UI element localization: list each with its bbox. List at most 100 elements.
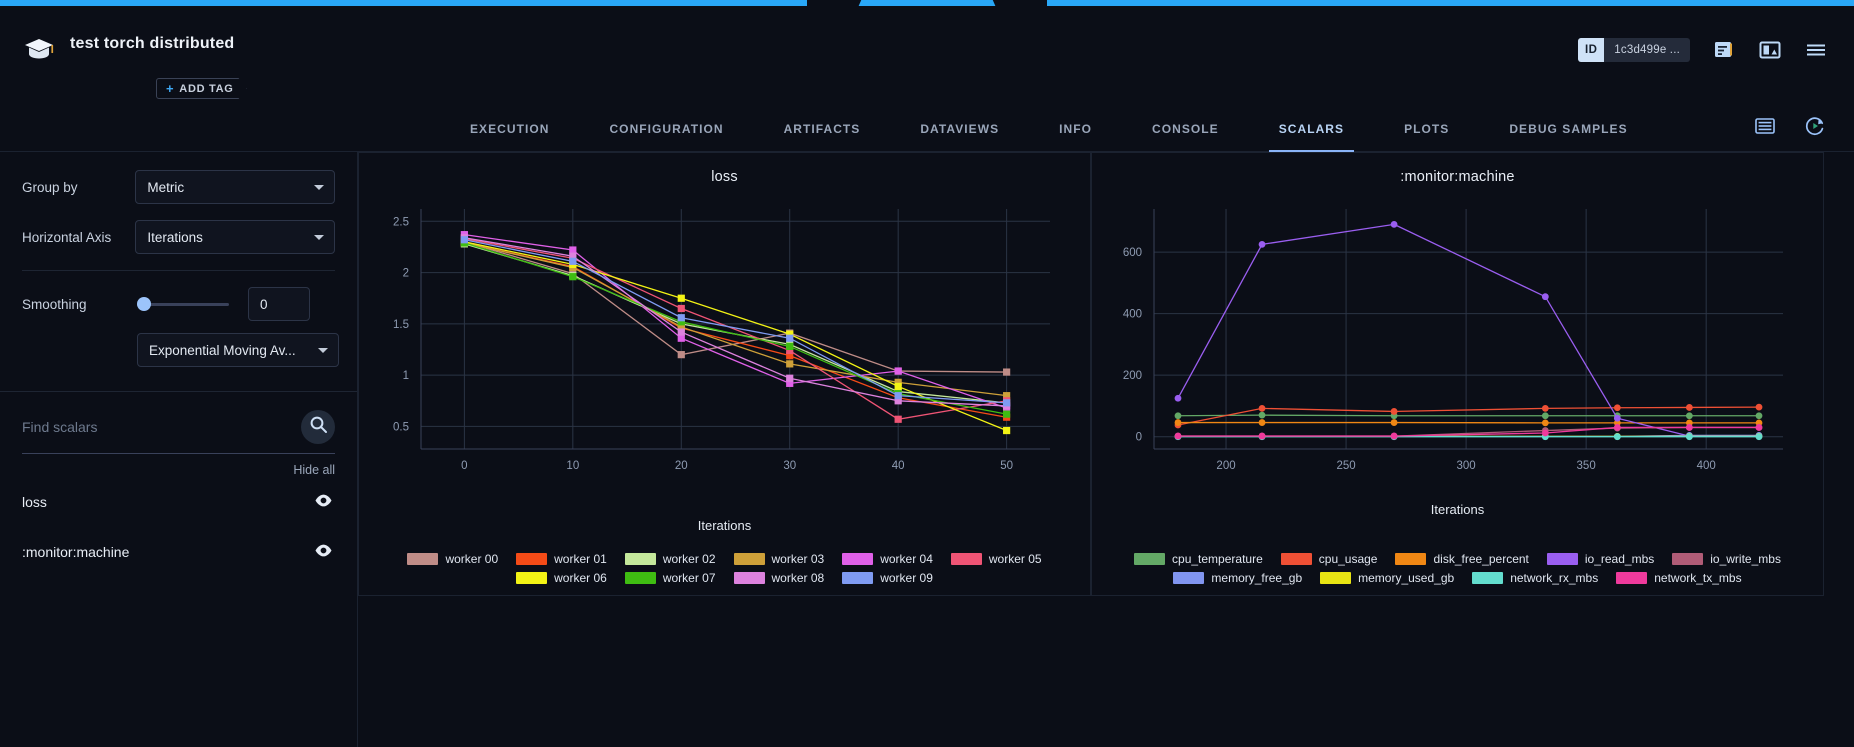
legend-item[interactable]: worker 09 [842, 571, 933, 585]
svg-text:2.5: 2.5 [393, 216, 409, 228]
monitor-plot[interactable]: 0200400600200250300350400 [1092, 195, 1823, 485]
legend-item[interactable]: io_write_mbs [1672, 552, 1781, 566]
tab-plots[interactable]: PLOTS [1384, 106, 1469, 152]
plus-icon: + [166, 81, 174, 96]
horizontal-axis-select[interactable]: Iterations [135, 220, 335, 254]
legend-item[interactable]: io_read_mbs [1547, 552, 1654, 566]
hamburger-menu-icon[interactable] [1804, 38, 1828, 62]
eye-icon[interactable] [314, 491, 333, 513]
tab-configuration[interactable]: CONFIGURATION [589, 106, 743, 152]
svg-text:10: 10 [566, 460, 579, 472]
scalar-name: loss [22, 494, 47, 510]
legend-label: worker 03 [772, 552, 825, 566]
tab-artifacts[interactable]: ARTIFACTS [764, 106, 881, 152]
legend-color-swatch [516, 553, 547, 565]
legend-item[interactable]: worker 01 [516, 552, 607, 566]
chart-panel-monitor[interactable]: :monitor:machine 02004006002002503003504… [1091, 152, 1824, 596]
legend-item[interactable]: network_rx_mbs [1472, 571, 1598, 585]
legend-item[interactable]: worker 07 [625, 571, 716, 585]
legend-item[interactable]: memory_free_gb [1173, 571, 1302, 585]
tab-execution[interactable]: EXECUTION [450, 106, 569, 152]
svg-text:1: 1 [403, 370, 409, 382]
legend-item[interactable]: disk_free_percent [1395, 552, 1528, 566]
eye-icon[interactable] [314, 541, 333, 563]
tab-label: DEBUG SAMPLES [1509, 122, 1627, 136]
hide-all-button[interactable]: Hide all [0, 454, 357, 477]
svg-text:1.5: 1.5 [393, 319, 409, 331]
scalars-page: COMPLETED test torch distributed + ADD T… [0, 0, 1854, 747]
tab-label: SCALARS [1279, 122, 1344, 136]
legend-item[interactable]: worker 05 [951, 552, 1042, 566]
chart-svg: 0.511.522.501020304050 [359, 195, 1092, 485]
svg-text:2: 2 [403, 268, 409, 280]
auto-refresh-icon[interactable] [1804, 115, 1826, 142]
tab-debug-samples[interactable]: DEBUG SAMPLES [1489, 106, 1647, 152]
legend-label: io_write_mbs [1710, 552, 1781, 566]
task-id-chip[interactable]: ID 1c3d499e ... [1578, 38, 1690, 62]
tab-list: EXECUTION CONFIGURATION ARTIFACTS DATAVIEWS… [440, 106, 1658, 152]
legend-item[interactable]: cpu_usage [1281, 552, 1378, 566]
search-icon [309, 415, 328, 439]
legend-label: memory_free_gb [1211, 571, 1302, 585]
loss-plot[interactable]: 0.511.522.501020304050 [359, 195, 1090, 485]
legend-axis-title: Iterations [359, 518, 1090, 533]
slider-thumb[interactable] [137, 297, 151, 311]
legend-label: worker 09 [880, 571, 933, 585]
legend-item[interactable]: network_tx_mbs [1616, 571, 1741, 585]
chart-title: loss [359, 153, 1090, 185]
legend-item[interactable]: worker 04 [842, 552, 933, 566]
legend-item[interactable]: worker 00 [407, 552, 498, 566]
svg-text:350: 350 [1577, 460, 1596, 472]
svg-text:50: 50 [1000, 460, 1013, 472]
horizontal-axis-row: Horizontal Axis Iterations [22, 220, 335, 254]
smoothing-algorithm-select[interactable]: Exponential Moving Av... [137, 333, 339, 367]
svg-text:0.5: 0.5 [393, 421, 409, 433]
scalar-search-block [0, 392, 357, 454]
tab-console[interactable]: CONSOLE [1132, 106, 1239, 152]
smoothing-value: 0 [260, 297, 268, 312]
search-button[interactable] [301, 410, 335, 444]
svg-text:0: 0 [1136, 432, 1142, 444]
chart-svg: 0200400600200250300350400 [1092, 195, 1825, 485]
report-icon[interactable] [1712, 38, 1736, 62]
smoothing-label: Smoothing [22, 297, 137, 312]
legend-color-swatch [1395, 553, 1426, 565]
legend-color-swatch [516, 572, 547, 584]
chevron-down-icon [314, 185, 324, 190]
group-by-select[interactable]: Metric [135, 170, 335, 204]
chevron-down-icon [318, 348, 328, 353]
smoothing-value-input[interactable]: 0 [248, 287, 310, 321]
legend-item[interactable]: worker 02 [625, 552, 716, 566]
legend-label: network_tx_mbs [1654, 571, 1741, 585]
search-input[interactable] [22, 419, 301, 435]
legend-label: worker 05 [989, 552, 1042, 566]
tab-label: EXECUTION [470, 122, 549, 136]
legend-label: network_rx_mbs [1510, 571, 1598, 585]
legend-item[interactable]: cpu_temperature [1134, 552, 1263, 566]
legend-item[interactable]: memory_used_gb [1320, 571, 1454, 585]
chart-panel-loss[interactable]: loss 0.511.522.501020304050 Iterations w… [358, 152, 1091, 596]
task-id-value: 1c3d499e ... [1604, 44, 1690, 56]
scalar-list-item[interactable]: loss [0, 477, 357, 527]
tab-info[interactable]: INFO [1039, 106, 1112, 152]
scalar-list-item[interactable]: :monitor:machine [0, 527, 357, 577]
tab-dataviews[interactable]: DATAVIEWS [900, 106, 1019, 152]
group-by-label: Group by [22, 180, 135, 195]
graduation-cap-icon [22, 32, 56, 66]
legend-color-swatch [1320, 572, 1351, 584]
svg-text:0: 0 [461, 460, 467, 472]
legend-item[interactable]: worker 03 [734, 552, 825, 566]
group-by-row: Group by Metric [22, 170, 335, 204]
list-view-icon[interactable] [1754, 115, 1776, 142]
tab-label: DATAVIEWS [920, 122, 999, 136]
legend-label: memory_used_gb [1358, 571, 1454, 585]
legend-item[interactable]: worker 06 [516, 571, 607, 585]
compare-panels-icon[interactable] [1758, 38, 1782, 62]
legend-item[interactable]: worker 08 [734, 571, 825, 585]
smoothing-slider[interactable] [137, 287, 229, 321]
tab-scalars[interactable]: SCALARS [1259, 106, 1364, 152]
horizontal-axis-value: Iterations [147, 230, 203, 245]
tab-label: ARTIFACTS [784, 122, 861, 136]
legend-color-swatch [625, 572, 656, 584]
add-tag-button[interactable]: + ADD TAG [156, 78, 247, 99]
